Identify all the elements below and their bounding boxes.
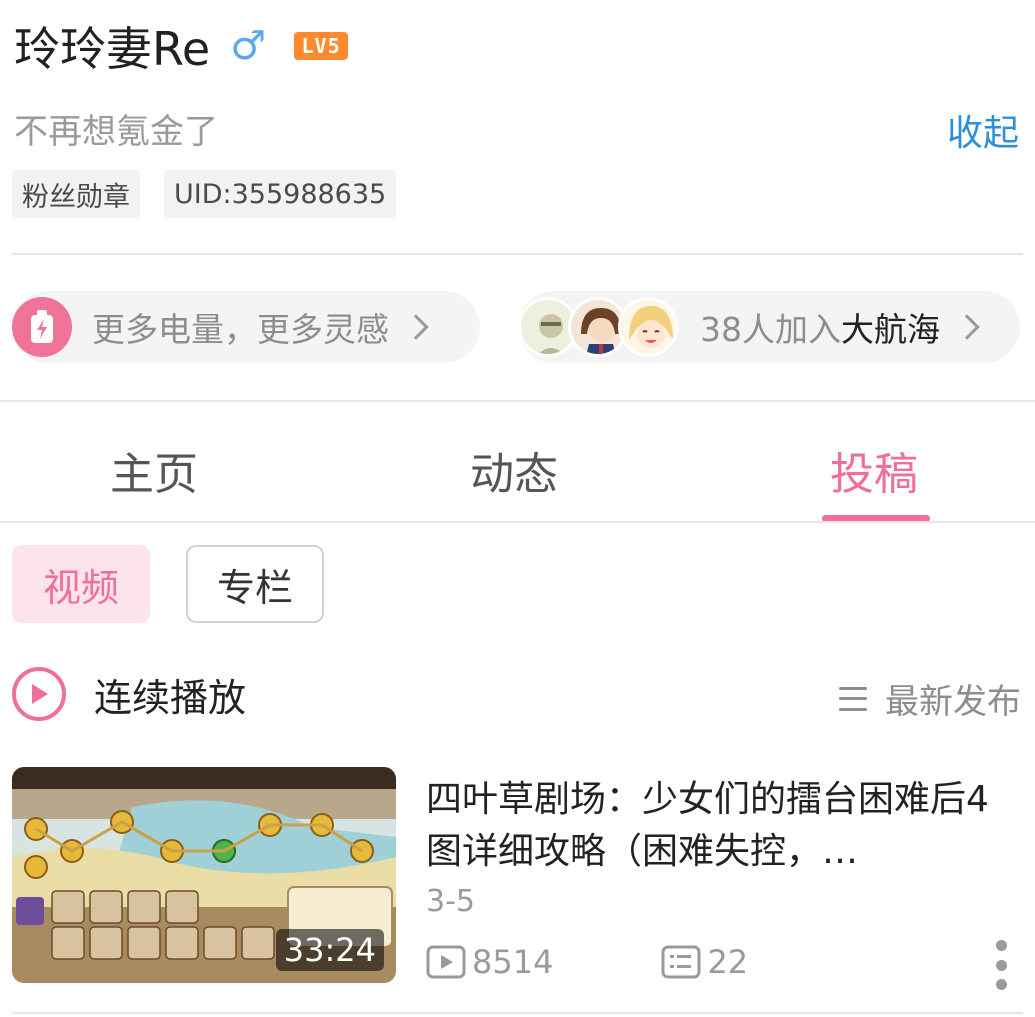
profile-tabs: 主页 动态 投稿 (0, 402, 1035, 522)
video-stats: 8514 22 (426, 942, 748, 982)
tab-contributions[interactable]: 投稿 (830, 438, 918, 502)
more-options-icon[interactable] (994, 940, 1008, 990)
divider (12, 1012, 1023, 1014)
tab-dynamic[interactable]: 动态 (470, 438, 558, 502)
play-count-icon (426, 945, 466, 979)
battery-promo-pill[interactable]: 更多电量，更多灵感 (12, 291, 480, 363)
avatar (618, 297, 678, 357)
subtab-column[interactable]: 专栏 (186, 545, 324, 623)
uid-tag[interactable]: UID:355988635 (164, 170, 397, 218)
play-icon (12, 667, 66, 721)
sort-button[interactable]: 最新发布 (839, 674, 1021, 723)
male-gender-icon: ♂ (230, 23, 267, 69)
battery-icon (12, 297, 72, 357)
continuous-play-label: 连续播放 (94, 675, 247, 720)
fleet-count: 38人加入 (700, 310, 841, 349)
collapse-button[interactable]: 收起 (947, 104, 1019, 156)
user-signature: 不再想氪金了 (14, 112, 218, 152)
video-date: 3-5 (426, 884, 475, 919)
video-title[interactable]: 四叶草剧场：少女们的擂台困难后4图详细攻略（困难失控，… (426, 774, 1022, 878)
level-badge: LV5 (294, 32, 349, 60)
fleet-avatars (518, 297, 678, 357)
battery-promo-text: 更多电量，更多灵感 (92, 310, 389, 349)
video-duration: 33:24 (275, 929, 384, 971)
view-count-value: 8514 (472, 943, 554, 981)
fan-medal-tag[interactable]: 粉丝勋章 (12, 170, 140, 218)
chevron-right-icon (403, 314, 429, 340)
comment-count: 22 (661, 943, 748, 981)
continuous-play-button[interactable]: 连续播放 (12, 664, 246, 724)
username: 玲玲妻Re (14, 22, 211, 76)
divider (0, 521, 1035, 523)
subtab-video[interactable]: 视频 (12, 545, 150, 623)
fleet-name: 大航海 (841, 310, 940, 349)
danmaku-comment-icon (661, 945, 701, 979)
sort-label: 最新发布 (885, 682, 1021, 722)
fleet-promo-pill[interactable]: 38人加入大航海 (518, 291, 1020, 363)
comment-count-value: 22 (707, 943, 749, 981)
list-sort-icon (839, 686, 867, 711)
profile-tags: 粉丝勋章 UID:355988635 (12, 170, 397, 218)
divider (12, 253, 1023, 255)
profile-name-row: 玲玲妻Re ♂ LV5 (14, 14, 349, 78)
view-count: 8514 (426, 943, 553, 981)
tab-home[interactable]: 主页 (110, 438, 198, 502)
chevron-right-icon (954, 314, 980, 340)
video-thumbnail[interactable]: 33:24 (12, 767, 396, 983)
fleet-count-text: 38人加入大航海 (700, 303, 940, 351)
